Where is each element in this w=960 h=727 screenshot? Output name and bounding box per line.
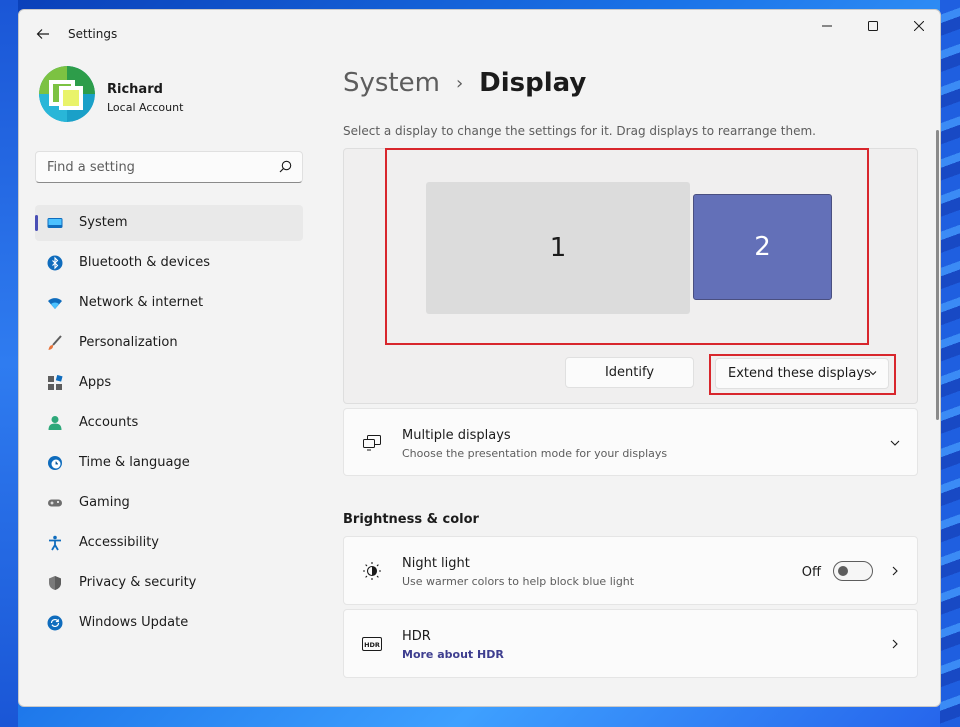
- sidebar-item-label: Bluetooth & devices: [79, 255, 210, 270]
- night-light-icon: [362, 561, 382, 581]
- sidebar-item-label: System: [79, 215, 128, 230]
- sidebar-item-apps[interactable]: Apps: [35, 365, 303, 401]
- sidebar-item-network[interactable]: Network & internet: [35, 285, 303, 321]
- night-light-toggle[interactable]: [833, 561, 873, 581]
- update-icon: [47, 615, 63, 631]
- sidebar-nav: System Bluetooth & devices Network & int…: [35, 205, 303, 645]
- sidebar-item-label: Personalization: [79, 335, 178, 350]
- user-profile[interactable]: Richard Local Account: [39, 66, 299, 130]
- svg-text:HDR: HDR: [364, 641, 380, 649]
- desktop-wallpaper-right: [940, 0, 960, 727]
- display-arrange-hint: Select a display to change the settings …: [343, 124, 816, 138]
- identify-button[interactable]: Identify: [565, 357, 694, 388]
- search-box[interactable]: Find a setting: [35, 151, 303, 183]
- hdr-card[interactable]: HDR HDR More about HDR: [343, 609, 918, 678]
- night-light-state-label: Off: [801, 565, 821, 580]
- title-bar: Settings: [19, 10, 940, 58]
- toggle-knob: [838, 566, 848, 576]
- hdr-title: HDR: [402, 629, 431, 644]
- sidebar-item-label: Windows Update: [79, 615, 189, 630]
- multiple-displays-title: Multiple displays: [402, 428, 511, 443]
- sidebar-item-bluetooth[interactable]: Bluetooth & devices: [35, 245, 303, 281]
- sidebar-item-accounts[interactable]: Accounts: [35, 405, 303, 441]
- hdr-icon: HDR: [362, 634, 382, 654]
- annotation-highlight-dropdown: [709, 354, 896, 395]
- account-type: Local Account: [107, 101, 184, 114]
- hdr-more-link[interactable]: More about HDR: [402, 648, 504, 661]
- avatar-logo-icon: [39, 66, 95, 122]
- sidebar-item-windows-update[interactable]: Windows Update: [35, 605, 303, 641]
- page-title: Display: [479, 68, 587, 98]
- sidebar-item-accessibility[interactable]: Accessibility: [35, 525, 303, 561]
- sidebar-item-label: Privacy & security: [79, 575, 197, 590]
- avatar: [39, 66, 95, 122]
- profile-name: Richard: [107, 82, 163, 97]
- app-title: Settings: [68, 27, 118, 41]
- minimize-button[interactable]: [804, 10, 850, 42]
- bluetooth-icon: [47, 255, 63, 271]
- night-light-subtitle: Use warmer colors to help block blue lig…: [402, 575, 635, 588]
- gamepad-icon: [47, 495, 63, 511]
- sidebar-item-time-language[interactable]: Time & language: [35, 445, 303, 481]
- brush-icon: [47, 335, 63, 351]
- desktop-wallpaper-left: [0, 0, 18, 727]
- back-button[interactable]: [31, 22, 55, 46]
- chevron-right-icon: [892, 566, 898, 576]
- chevron-right-icon: [892, 639, 898, 649]
- close-icon: [914, 21, 924, 31]
- sidebar-item-label: Time & language: [79, 455, 190, 470]
- shield-icon: [47, 575, 63, 591]
- sidebar-item-personalization[interactable]: Personalization: [35, 325, 303, 361]
- globe-clock-icon: [47, 455, 63, 471]
- sidebar-item-label: Accounts: [79, 415, 139, 430]
- multiple-displays-icon: [362, 433, 382, 453]
- accessibility-icon: [47, 535, 63, 551]
- close-button[interactable]: [896, 10, 940, 42]
- sidebar-item-label: Apps: [79, 375, 112, 390]
- sidebar-item-label: Accessibility: [79, 535, 159, 550]
- wifi-icon: [47, 295, 63, 311]
- annotation-highlight-monitors: [385, 148, 869, 345]
- chevron-down-icon: [890, 440, 900, 446]
- multiple-displays-subtitle: Choose the presentation mode for your di…: [402, 447, 668, 460]
- sidebar-item-label: Network & internet: [79, 295, 204, 310]
- night-light-card[interactable]: Night light Use warmer colors to help bl…: [343, 536, 918, 605]
- search-icon: [279, 160, 292, 173]
- sidebar-item-label: Gaming: [79, 495, 130, 510]
- breadcrumb: System › Display: [343, 68, 586, 98]
- sidebar-item-gaming[interactable]: Gaming: [35, 485, 303, 521]
- settings-window: Settings Richard Local Account Find a se…: [18, 9, 941, 707]
- person-icon: [47, 415, 63, 431]
- display-arrangement-panel: 1 2 Identify Extend these displays: [343, 148, 918, 404]
- apps-icon: [47, 375, 63, 391]
- brightness-color-heading: Brightness & color: [343, 512, 479, 527]
- minimize-icon: [822, 25, 832, 27]
- search-input[interactable]: Find a setting: [47, 160, 135, 175]
- scrollbar[interactable]: [936, 130, 939, 420]
- sidebar-item-system[interactable]: System: [35, 205, 303, 241]
- chevron-right-icon: ›: [455, 72, 464, 94]
- night-light-title: Night light: [402, 556, 470, 571]
- multiple-displays-card[interactable]: Multiple displays Choose the presentatio…: [343, 408, 918, 476]
- maximize-icon: [868, 21, 878, 31]
- breadcrumb-parent[interactable]: System: [343, 68, 440, 98]
- monitor-icon: [47, 215, 63, 231]
- arrow-left-icon: [36, 29, 49, 39]
- maximize-button[interactable]: [850, 10, 896, 42]
- sidebar-item-privacy-security[interactable]: Privacy & security: [35, 565, 303, 601]
